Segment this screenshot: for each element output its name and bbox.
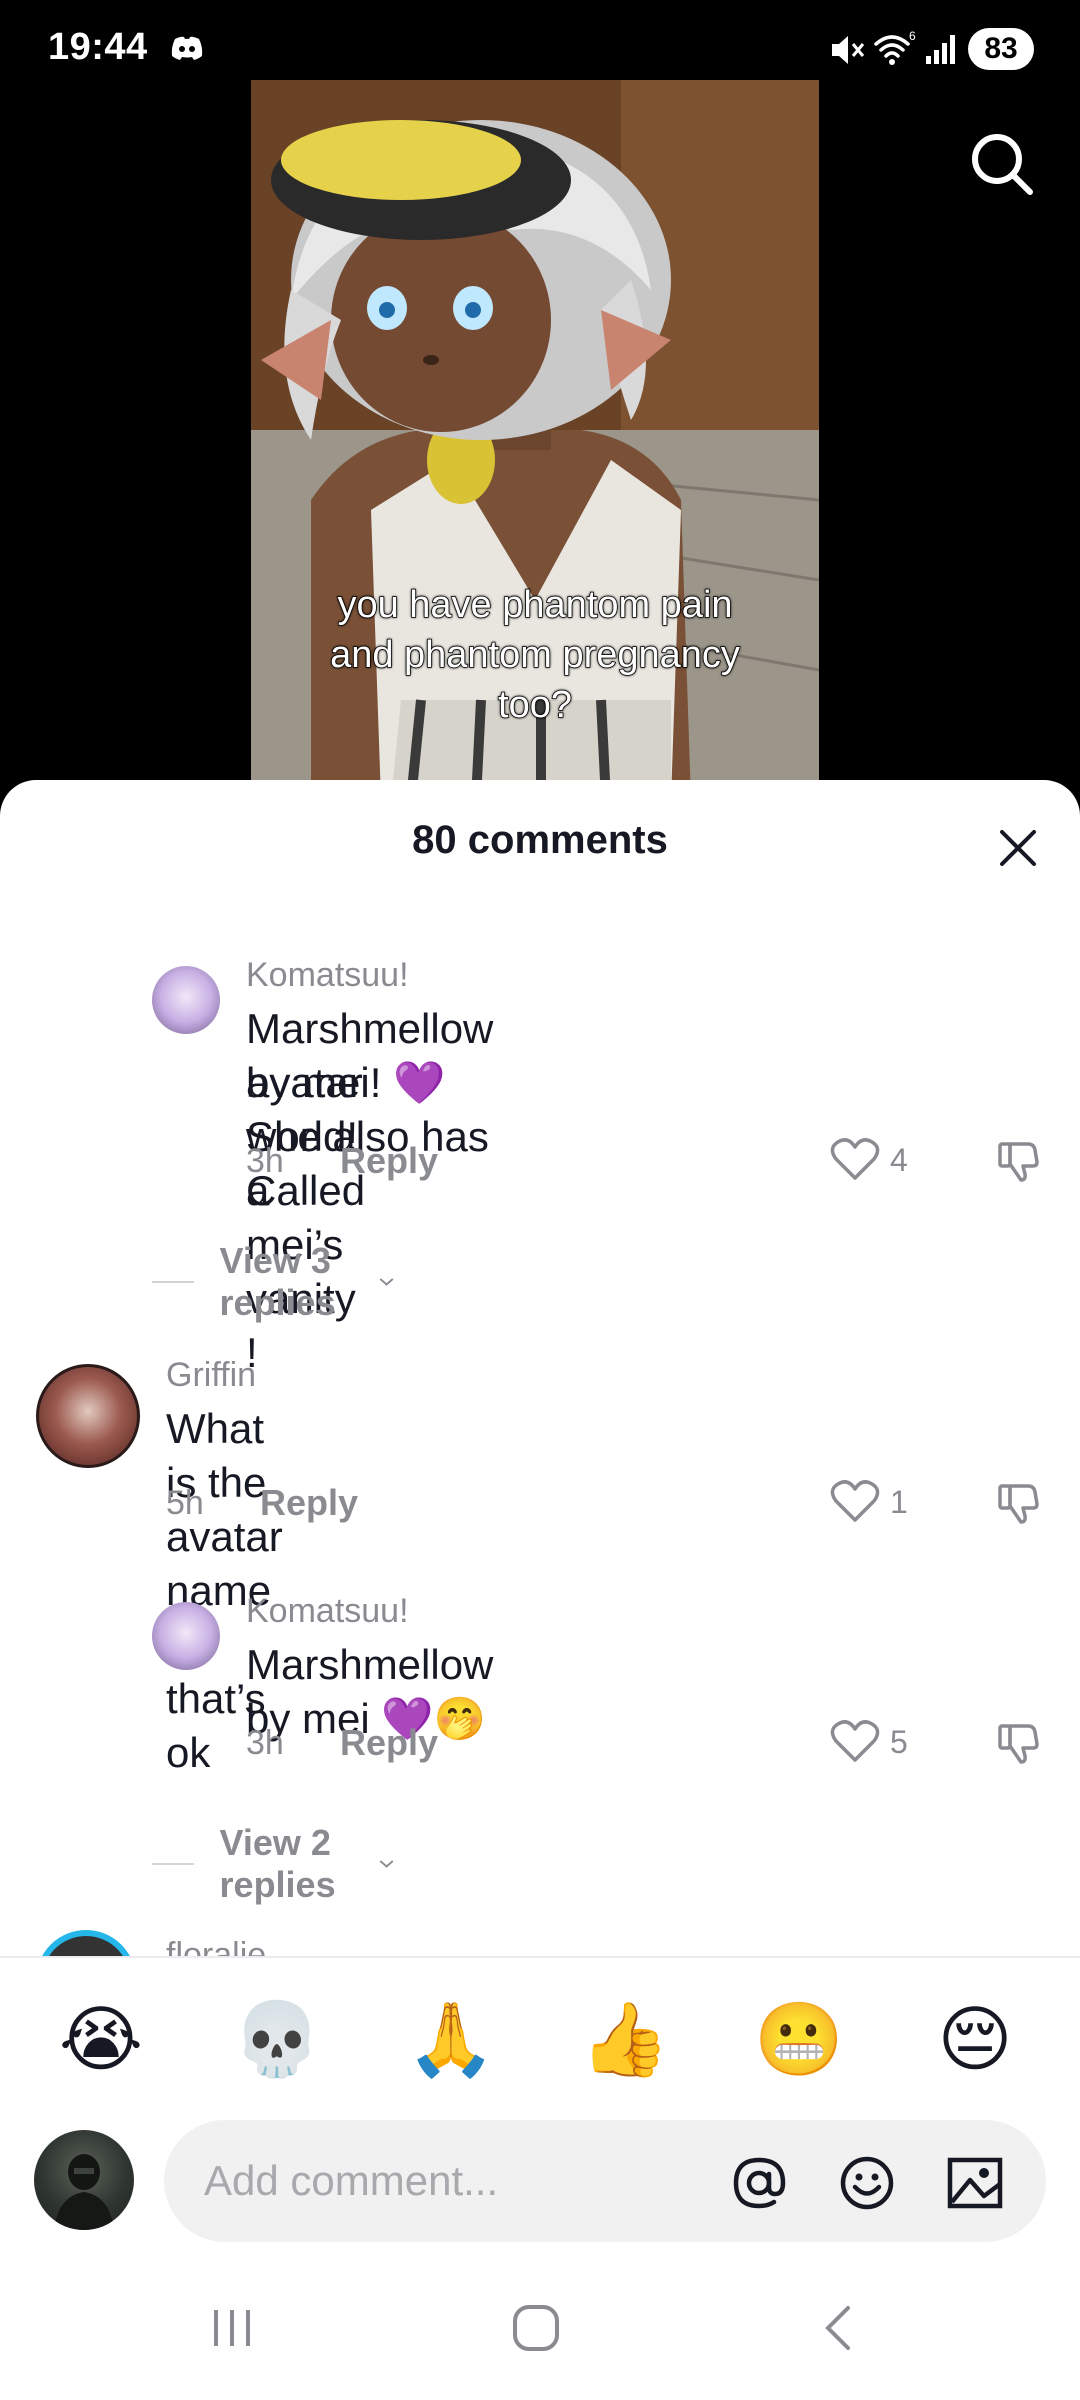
my-avatar[interactable] <box>34 2130 134 2230</box>
divider-line <box>152 1281 194 1283</box>
view-replies-label: View 2 replies <box>219 1822 336 1905</box>
dislike-icon[interactable] <box>994 1718 1042 1766</box>
add-comment-input[interactable] <box>204 2120 704 2242</box>
system-navigation-bar <box>0 2260 1080 2400</box>
like-count: 4 <box>890 1142 908 1178</box>
emoji-pensive-button[interactable]: 😔 <box>930 1994 1020 2084</box>
status-bar: 19:44 6 83 <box>0 0 1080 100</box>
divider-line <box>152 1863 194 1865</box>
comment-timestamp: 3h <box>246 1142 284 1180</box>
video-frame[interactable]: you have phantom pain and phantom pregna… <box>251 80 819 800</box>
emoji-skull-button[interactable]: 💀 <box>232 1994 322 2084</box>
mention-icon[interactable] <box>730 2154 788 2212</box>
dislike-icon[interactable] <box>994 1478 1042 1526</box>
svg-text:6: 6 <box>909 29 916 43</box>
emoji-picker-icon[interactable] <box>838 2154 896 2212</box>
dislike-icon[interactable] <box>994 1136 1042 1184</box>
emoji-pray-button[interactable]: 🙏 <box>406 1994 496 2084</box>
video-caption: you have phantom pain and phantom pregna… <box>329 583 740 727</box>
quick-emoji-bar: 😭 💀 🙏 👍 😬 😔 <box>0 1994 1080 2084</box>
reply-button[interactable]: Reply <box>340 1140 438 1182</box>
comment-timestamp: 3h <box>246 1724 284 1762</box>
avatar[interactable] <box>152 966 220 1034</box>
close-icon[interactable] <box>994 824 1042 872</box>
mute-icon <box>832 36 865 64</box>
emoji-grimace-button[interactable]: 😬 <box>754 1994 844 2084</box>
chevron-down-icon <box>379 1860 394 1868</box>
image-attach-icon[interactable] <box>946 2154 1004 2212</box>
comments-sheet: 80 comments Komatsuu! Marshmellow by mei… <box>0 780 1080 2400</box>
comment-input-box[interactable] <box>164 2120 1046 2242</box>
home-icon[interactable] <box>510 2302 562 2354</box>
emoji-crying-button[interactable]: 😭 <box>56 1994 146 2084</box>
view-replies-label: View 3 replies <box>219 1240 336 1323</box>
comment-timestamp: 5h <box>166 1484 204 1522</box>
comments-count-title: 80 comments <box>412 818 668 862</box>
comment-username[interactable]: Komatsuu! <box>246 1592 409 1631</box>
search-icon[interactable] <box>966 128 1038 200</box>
back-icon[interactable] <box>818 2302 858 2354</box>
like-count: 1 <box>890 1484 908 1520</box>
emoji-thumbs-up-button[interactable]: 👍 <box>580 1994 670 2084</box>
comment-username[interactable]: Griffin <box>166 1356 256 1395</box>
reply-button[interactable]: Reply <box>260 1482 358 1524</box>
view-replies-button[interactable]: View 2 replies <box>152 1822 394 1906</box>
comment-text-line2: avatar world! Called mei’s vanity ! <box>246 1059 366 1376</box>
video-player[interactable]: you have phantom pain and phantom pregna… <box>0 0 1080 800</box>
heart-icon[interactable] <box>830 1718 880 1764</box>
wifi-icon: 6 <box>874 29 916 65</box>
recents-icon[interactable] <box>208 2304 256 2352</box>
chevron-down-icon <box>379 1278 394 1286</box>
reply-button[interactable]: Reply <box>340 1722 438 1764</box>
battery-indicator: 83 <box>968 28 1034 70</box>
heart-icon[interactable] <box>830 1478 880 1524</box>
view-replies-button[interactable]: View 3 replies <box>152 1240 394 1324</box>
avatar[interactable] <box>36 1364 140 1468</box>
avatar[interactable] <box>152 1602 220 1670</box>
soldier-avatar-image <box>54 2154 114 2230</box>
signal-icon <box>926 35 955 64</box>
heart-icon[interactable] <box>830 1136 880 1182</box>
discord-icon <box>171 36 203 60</box>
comment-username[interactable]: Komatsuu! <box>246 956 409 995</box>
like-count: 5 <box>890 1724 908 1760</box>
status-time: 19:44 <box>48 26 148 68</box>
